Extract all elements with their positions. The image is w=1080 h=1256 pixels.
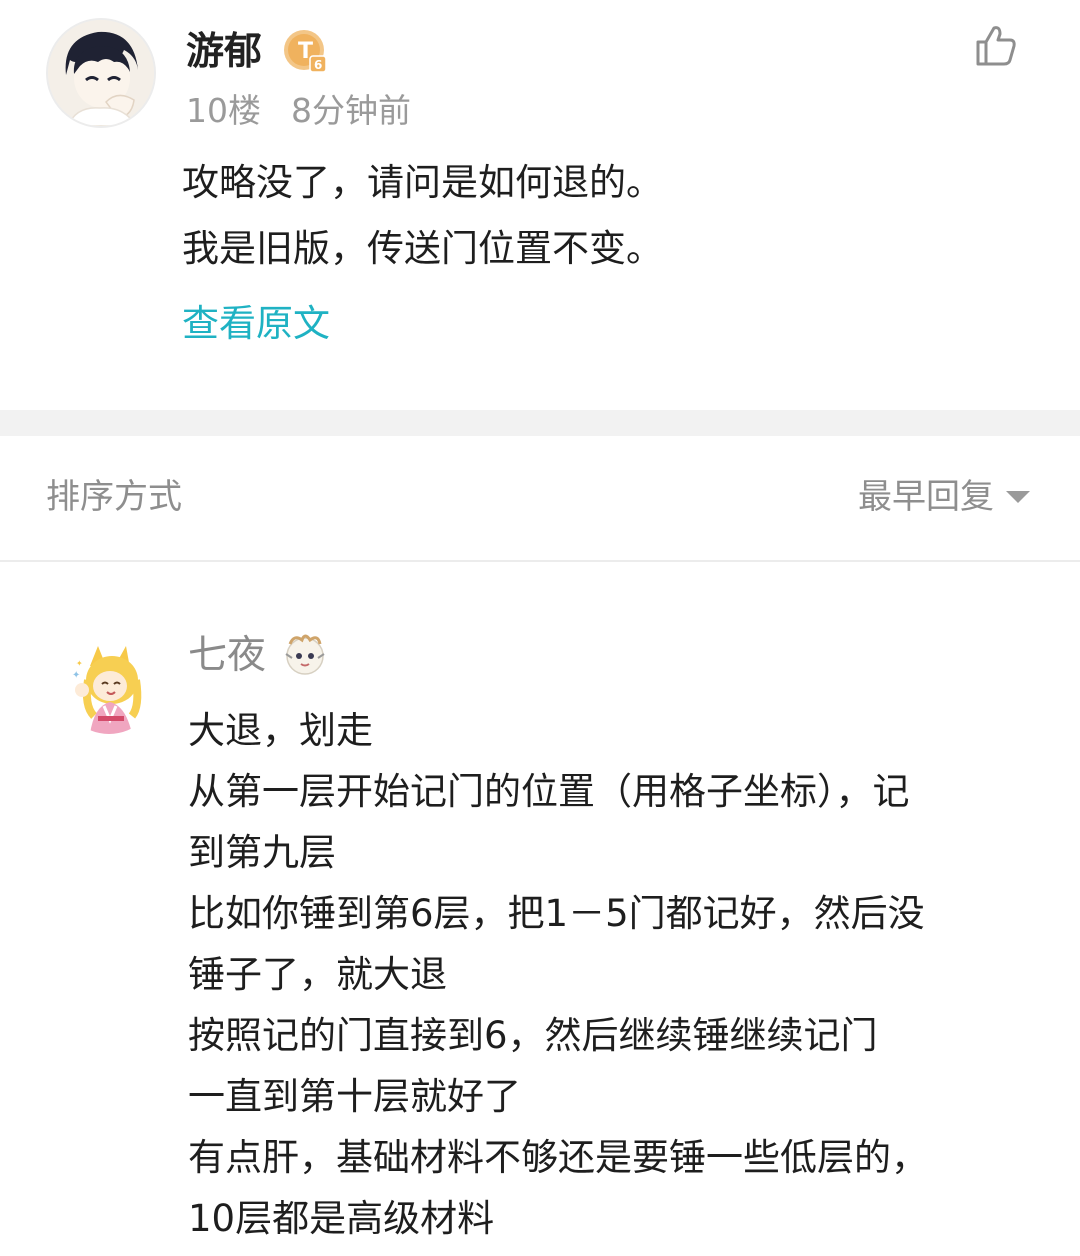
reply-username[interactable]: 七夜: [188, 636, 266, 675]
avatar[interactable]: [46, 18, 156, 128]
reply-line: 到第九层: [188, 831, 336, 874]
svg-text:✦: ✦: [72, 670, 80, 681]
sort-dropdown[interactable]: 最早回复: [858, 480, 1030, 514]
avatar-image: [48, 20, 154, 126]
reply-line: 有点肝，基础材料不够还是要锤一些低层的，: [188, 1136, 928, 1179]
reply-line: 10层都是高级材料: [188, 1197, 495, 1240]
reply-avatar-image: ✦ ✦: [60, 636, 158, 734]
svg-text:6: 6: [314, 58, 322, 72]
chevron-down-icon: [1006, 491, 1030, 503]
like-button[interactable]: [972, 22, 1020, 70]
reply-content: 大退，划走 从第一层开始记门的位置（用格子坐标），记 到第九层 比如你锤到第6层…: [188, 700, 1038, 1249]
reply-avatar[interactable]: ✦ ✦: [60, 636, 158, 734]
floor-number: 10楼: [186, 91, 261, 130]
post-meta: 10楼 8分钟前: [186, 94, 411, 127]
reply-line: 按照记的门直接到6，然后继续锤继续记门: [188, 1014, 878, 1057]
section-divider: [0, 410, 1080, 436]
thumbs-up-icon: [976, 26, 1016, 66]
sort-value: 最早回复: [858, 477, 994, 517]
sort-label: 排序方式: [46, 477, 182, 517]
post-time: 8分钟前: [291, 91, 411, 130]
sort-bar: 排序方式 最早回复: [0, 436, 1080, 562]
character-badge-icon: [280, 630, 330, 680]
post-line: 我是旧版，传送门位置不变。: [182, 227, 663, 270]
post-username[interactable]: 游郁: [186, 32, 262, 70]
post-content: 攻略没了，请问是如何退的。 我是旧版，传送门位置不变。: [182, 150, 663, 282]
post-card: 游郁 T 6 10楼 8分钟前 攻略没了，请问是如何退的。 我是旧版，传送门位置不…: [0, 0, 1080, 410]
reply-line: 锤子了，就大退: [188, 953, 447, 996]
level-badge-icon: T 6: [282, 28, 328, 74]
reply-line: 大退，划走: [188, 709, 373, 752]
post-line: 攻略没了，请问是如何退的。: [182, 161, 663, 204]
reply-line: 从第一层开始记门的位置（用格子坐标），记: [188, 770, 910, 813]
svg-text:✦: ✦: [76, 659, 83, 668]
reply-line: 比如你锤到第6层，把1－5门都记好，然后没: [188, 892, 925, 935]
reply-line: 一直到第十层就好了: [188, 1075, 521, 1118]
view-original-link[interactable]: 查看原文: [182, 302, 330, 346]
